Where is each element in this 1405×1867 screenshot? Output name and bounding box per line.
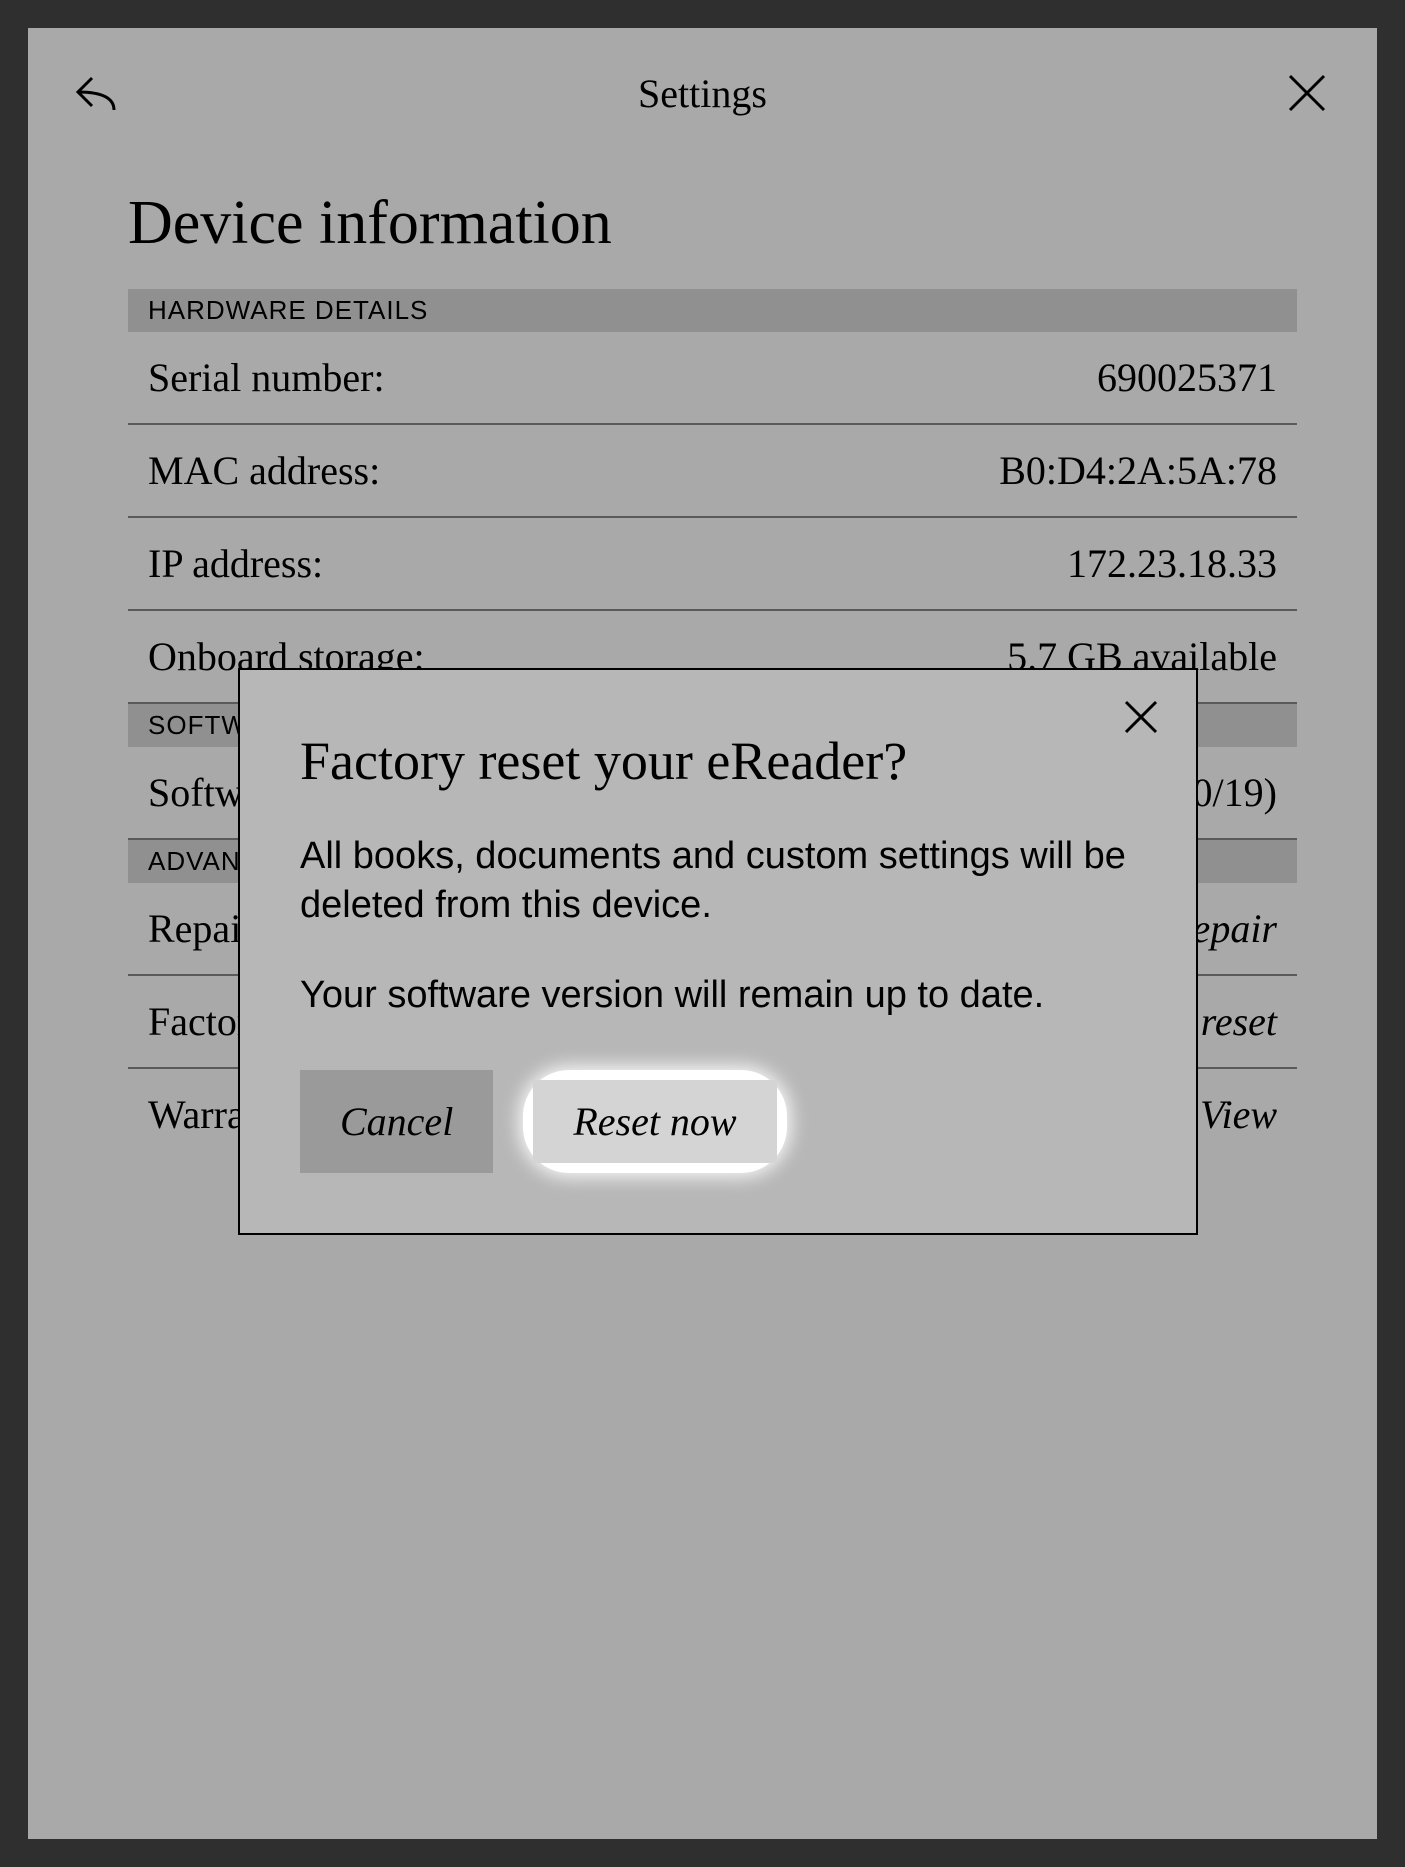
back-icon[interactable]	[68, 63, 128, 123]
dialog-title: Factory reset your eReader?	[300, 730, 1136, 792]
reset-now-highlight: Reset now	[523, 1070, 786, 1173]
page-title: Device information	[128, 188, 1297, 259]
cancel-button[interactable]: Cancel	[300, 1070, 493, 1173]
close-icon[interactable]	[1277, 63, 1337, 123]
reset-now-button[interactable]: Reset now	[533, 1080, 776, 1163]
header-title: Settings	[128, 70, 1277, 117]
dialog-buttons: Cancel Reset now	[300, 1070, 1136, 1173]
factory-reset-dialog: Factory reset your eReader? All books, d…	[238, 668, 1198, 1235]
serial-label: Serial number:	[148, 354, 385, 401]
dialog-body-1: All books, documents and custom settings…	[300, 832, 1136, 931]
mac-value: B0:D4:2A:5A:78	[999, 447, 1277, 494]
serial-value: 690025371	[1097, 354, 1277, 401]
row-mac: MAC address: B0:D4:2A:5A:78	[128, 425, 1297, 518]
row-serial: Serial number: 690025371	[128, 332, 1297, 425]
warranty-action[interactable]: View	[1200, 1091, 1277, 1138]
mac-label: MAC address:	[148, 447, 380, 494]
dialog-close-icon[interactable]	[1116, 692, 1166, 742]
section-hardware-header: HARDWARE DETAILS	[128, 289, 1297, 332]
row-ip: IP address: 172.23.18.33	[128, 518, 1297, 611]
top-bar: Settings	[28, 28, 1377, 158]
ip-value: 172.23.18.33	[1067, 540, 1277, 587]
dialog-body-2: Your software version will remain up to …	[300, 971, 1136, 1020]
ip-label: IP address:	[148, 540, 323, 587]
